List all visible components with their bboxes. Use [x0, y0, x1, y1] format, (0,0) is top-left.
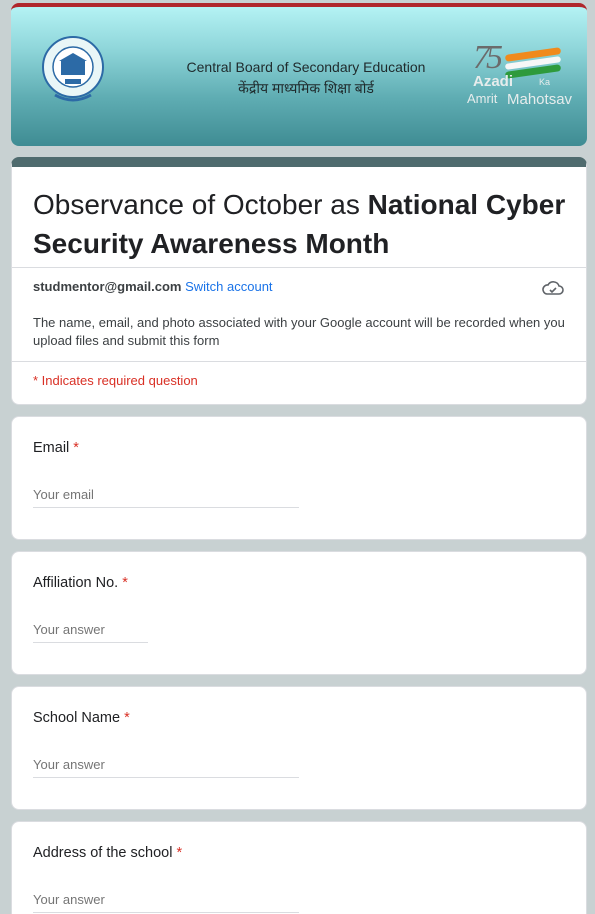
- account-email: studmentor@gmail.com: [33, 279, 182, 294]
- affiliation-input[interactable]: [33, 622, 148, 643]
- banner-title-english: Central Board of Secondary Education: [186, 59, 426, 75]
- header-banner: Central Board of Secondary Education कें…: [11, 3, 587, 146]
- logo-ka: Ka: [539, 77, 551, 87]
- question-card-address: Address of the school *: [11, 821, 587, 914]
- divider: [12, 267, 586, 268]
- email-input[interactable]: [33, 487, 299, 508]
- form-title: Observance of October as National Cyber …: [33, 185, 573, 263]
- required-star: *: [122, 575, 128, 591]
- question-label: School Name *: [33, 710, 130, 726]
- logo-mahotsav: Mahotsav: [507, 91, 573, 108]
- account-row: studmentor@gmail.com Switch account: [33, 279, 273, 294]
- question-card-affiliation: Affiliation No. *: [11, 551, 587, 675]
- logo-75: 75: [473, 39, 503, 76]
- required-star: *: [124, 710, 130, 726]
- address-input[interactable]: [33, 892, 299, 913]
- banner-title-hindi: केंद्रीय माध्यमिक शिक्षा बोर्ड: [238, 80, 374, 96]
- logo-azadi: Azadi: [473, 73, 514, 90]
- required-star: *: [176, 845, 183, 861]
- form-title-normal: Observance of October as: [33, 189, 368, 220]
- form-title-card: Observance of October as National Cyber …: [11, 157, 587, 405]
- privacy-notice: The name, email, and photo associated wi…: [33, 315, 565, 348]
- logo-amrit: Amrit: [467, 91, 498, 106]
- question-card-school-name: School Name *: [11, 686, 587, 810]
- divider: [12, 361, 586, 362]
- cloud-saved-icon: [542, 281, 564, 295]
- required-star: *: [73, 440, 79, 456]
- question-label-text: School Name: [33, 710, 121, 726]
- azadi-ka-amrit-mahotsav-logo: 75 Azadi Ka Amrit Mahotsav: [467, 39, 585, 113]
- switch-account-link[interactable]: Switch account: [185, 279, 272, 294]
- question-label-text: Address of the school: [33, 845, 173, 861]
- question-label: Address of the school *: [33, 845, 182, 861]
- banner-title: Central Board of Secondary Education कें…: [181, 57, 431, 99]
- required-note: * Indicates required question: [33, 373, 198, 388]
- question-card-email: Email *: [11, 416, 587, 540]
- school-name-input[interactable]: [33, 757, 299, 778]
- question-label-text: Email: [33, 440, 70, 456]
- question-label-text: Affiliation No.: [33, 575, 119, 591]
- question-label: Email *: [33, 440, 79, 456]
- cbse-seal-logo: [42, 36, 104, 102]
- question-label: Affiliation No. *: [33, 575, 128, 591]
